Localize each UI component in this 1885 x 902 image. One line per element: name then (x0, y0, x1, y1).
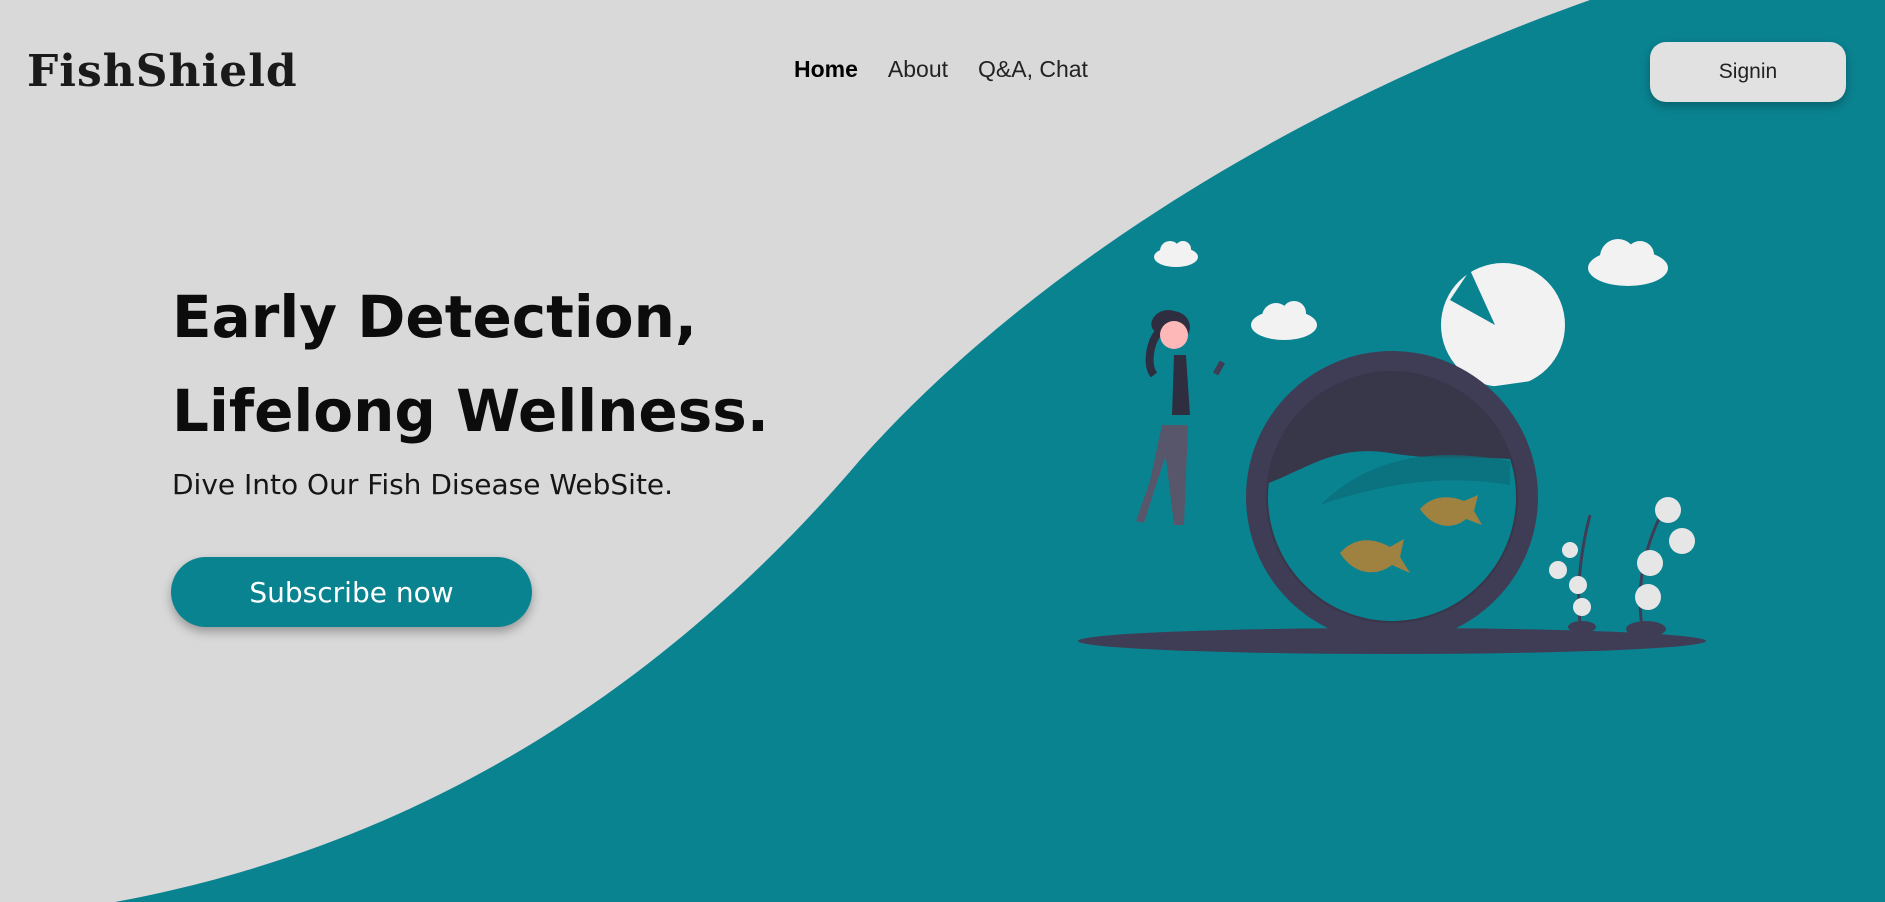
woman-figure (1130, 310, 1225, 555)
cloud-icon (1588, 239, 1668, 286)
woman-fishbowl-illustration (1078, 239, 1706, 654)
main-nav: Home About Q&A, Chat (794, 56, 1088, 83)
signin-button[interactable]: Signin (1650, 42, 1846, 102)
hero-title: Early Detection, Lifelong Wellness. (172, 283, 769, 445)
brand-logo[interactable]: FishShield (27, 44, 298, 100)
nav-home[interactable]: Home (794, 56, 858, 83)
hero-subtitle: Dive Into Our Fish Disease WebSite. (172, 468, 674, 501)
plant-icon (1549, 514, 1596, 633)
nav-qa-chat[interactable]: Q&A, Chat (978, 56, 1088, 83)
subscribe-button[interactable]: Subscribe now (171, 557, 532, 627)
plant-icon (1626, 497, 1695, 637)
nav-about[interactable]: About (888, 56, 948, 83)
cloud-icon (1251, 301, 1317, 340)
cloud-icon (1154, 241, 1198, 267)
